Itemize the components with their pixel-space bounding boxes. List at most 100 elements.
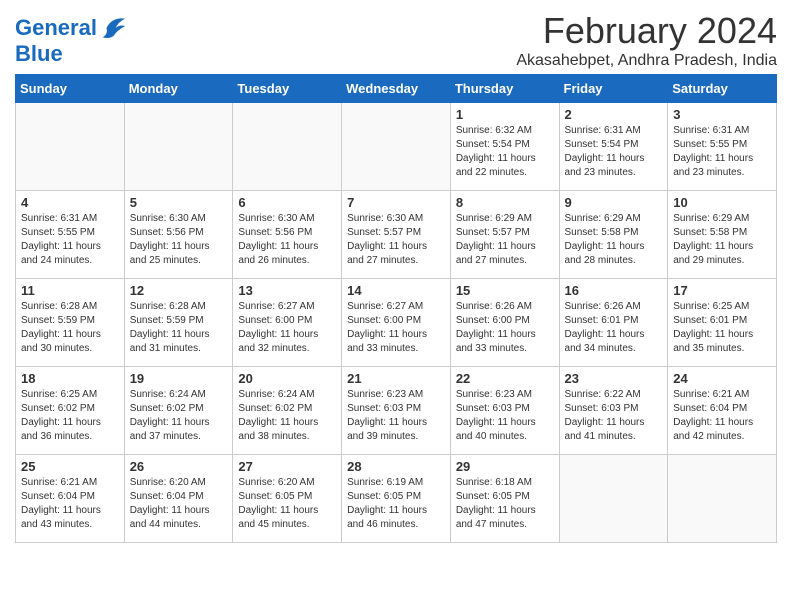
day-info: Sunrise: 6:30 AM Sunset: 5:56 PM Dayligh… [130,212,228,268]
day-info: Sunrise: 6:20 AM Sunset: 6:04 PM Dayligh… [130,476,228,532]
day-number: 22 [456,371,554,386]
day-number: 5 [130,195,228,210]
day-info: Sunrise: 6:30 AM Sunset: 5:57 PM Dayligh… [347,212,445,268]
day-info: Sunrise: 6:18 AM Sunset: 6:05 PM Dayligh… [456,476,554,532]
day-info: Sunrise: 6:26 AM Sunset: 6:01 PM Dayligh… [565,300,663,356]
calendar-cell: 15 Sunrise: 6:26 AM Sunset: 6:00 PM Dayli… [450,279,559,367]
day-number: 6 [238,195,336,210]
logo-text2: Blue [15,42,127,66]
day-info: Sunrise: 6:31 AM Sunset: 5:54 PM Dayligh… [565,124,663,180]
header: General Blue February 2024 Akasahebpet, … [15,10,777,70]
day-number: 20 [238,371,336,386]
day-info: Sunrise: 6:24 AM Sunset: 6:02 PM Dayligh… [130,388,228,444]
calendar-cell: 2 Sunrise: 6:31 AM Sunset: 5:54 PM Daylig… [559,103,668,191]
day-number: 29 [456,459,554,474]
day-number: 11 [21,283,119,298]
calendar-cell: 8Sunrise: 6:29 AM Sunset: 5:57 PM Daylig… [450,191,559,279]
calendar-cell: 7 Sunrise: 6:30 AM Sunset: 5:57 PM Daylig… [342,191,451,279]
day-number: 23 [565,371,663,386]
day-number: 9 [565,195,663,210]
day-number: 27 [238,459,336,474]
day-number: 4 [21,195,119,210]
calendar-cell: 1 Sunrise: 6:32 AM Sunset: 5:54 PM Daylig… [450,103,559,191]
day-number: 12 [130,283,228,298]
day-number: 1 [456,107,554,122]
calendar-cell: 25Sunrise: 6:21 AM Sunset: 6:04 PM Dayli… [16,455,125,543]
day-number: 16 [565,283,663,298]
calendar-cell: 12 Sunrise: 6:28 AM Sunset: 5:59 PM Dayli… [124,279,233,367]
weekday-header-friday: Friday [559,75,668,103]
weekday-header-tuesday: Tuesday [233,75,342,103]
weekday-header-sunday: Sunday [16,75,125,103]
day-info: Sunrise: 6:30 AM Sunset: 5:56 PM Dayligh… [238,212,336,268]
day-info: Sunrise: 6:24 AM Sunset: 6:02 PM Dayligh… [238,388,336,444]
day-info: Sunrise: 6:26 AM Sunset: 6:00 PM Dayligh… [456,300,554,356]
day-info: Sunrise: 6:28 AM Sunset: 5:59 PM Dayligh… [21,300,119,356]
calendar-cell: 22 Sunrise: 6:23 AM Sunset: 6:03 PM Dayli… [450,367,559,455]
calendar-cell [559,455,668,543]
day-info: Sunrise: 6:23 AM Sunset: 6:03 PM Dayligh… [347,388,445,444]
calendar-cell [342,103,451,191]
calendar-cell: 28Sunrise: 6:19 AM Sunset: 6:05 PM Dayli… [342,455,451,543]
calendar-cell: 29 Sunrise: 6:18 AM Sunset: 6:05 PM Dayli… [450,455,559,543]
day-info: Sunrise: 6:27 AM Sunset: 6:00 PM Dayligh… [347,300,445,356]
calendar-cell: 10 Sunrise: 6:29 AM Sunset: 5:58 PM Dayli… [668,191,777,279]
title-block: February 2024 Akasahebpet, Andhra Prades… [516,10,777,70]
calendar-cell: 20 Sunrise: 6:24 AM Sunset: 6:02 PM Dayli… [233,367,342,455]
calendar-cell: 24 Sunrise: 6:21 AM Sunset: 6:04 PM Dayli… [668,367,777,455]
logo-text: General [15,16,97,40]
calendar-cell: 18 Sunrise: 6:25 AM Sunset: 6:02 PM Dayli… [16,367,125,455]
day-info: Sunrise: 6:21 AM Sunset: 6:04 PM Dayligh… [21,476,119,532]
day-info: Sunrise: 6:22 AM Sunset: 6:03 PM Dayligh… [565,388,663,444]
day-info: Sunrise: 6:29 AM Sunset: 5:57 PM Dayligh… [456,212,554,268]
day-info: Sunrise: 6:29 AM Sunset: 5:58 PM Dayligh… [673,212,771,268]
day-number: 7 [347,195,445,210]
day-number: 26 [130,459,228,474]
day-number: 3 [673,107,771,122]
calendar-cell: 9 Sunrise: 6:29 AM Sunset: 5:58 PM Daylig… [559,191,668,279]
calendar-cell [16,103,125,191]
calendar-cell: 3 Sunrise: 6:31 AM Sunset: 5:55 PM Daylig… [668,103,777,191]
calendar-cell: 14Sunrise: 6:27 AM Sunset: 6:00 PM Dayli… [342,279,451,367]
calendar-cell: 4 Sunrise: 6:31 AM Sunset: 5:55 PM Daylig… [16,191,125,279]
day-info: Sunrise: 6:28 AM Sunset: 5:59 PM Dayligh… [130,300,228,356]
day-info: Sunrise: 6:29 AM Sunset: 5:58 PM Dayligh… [565,212,663,268]
day-info: Sunrise: 6:19 AM Sunset: 6:05 PM Dayligh… [347,476,445,532]
calendar-cell: 17 Sunrise: 6:25 AM Sunset: 6:01 PM Dayli… [668,279,777,367]
logo: General Blue [15,14,127,66]
calendar-cell: 5 Sunrise: 6:30 AM Sunset: 5:56 PM Daylig… [124,191,233,279]
day-info: Sunrise: 6:20 AM Sunset: 6:05 PM Dayligh… [238,476,336,532]
day-number: 18 [21,371,119,386]
day-number: 13 [238,283,336,298]
calendar-cell: 26 Sunrise: 6:20 AM Sunset: 6:04 PM Dayli… [124,455,233,543]
day-number: 2 [565,107,663,122]
calendar-cell [668,455,777,543]
day-number: 15 [456,283,554,298]
calendar-cell: 27 Sunrise: 6:20 AM Sunset: 6:05 PM Dayli… [233,455,342,543]
logo-bird-icon [99,14,127,42]
day-number: 19 [130,371,228,386]
calendar-cell [124,103,233,191]
calendar-cell: 6 Sunrise: 6:30 AM Sunset: 5:56 PM Daylig… [233,191,342,279]
day-info: Sunrise: 6:32 AM Sunset: 5:54 PM Dayligh… [456,124,554,180]
day-number: 17 [673,283,771,298]
weekday-header-saturday: Saturday [668,75,777,103]
calendar-cell: 23 Sunrise: 6:22 AM Sunset: 6:03 PM Dayli… [559,367,668,455]
calendar-cell: 13 Sunrise: 6:27 AM Sunset: 6:00 PM Dayli… [233,279,342,367]
day-info: Sunrise: 6:23 AM Sunset: 6:03 PM Dayligh… [456,388,554,444]
day-info: Sunrise: 6:25 AM Sunset: 6:02 PM Dayligh… [21,388,119,444]
weekday-header-thursday: Thursday [450,75,559,103]
day-number: 24 [673,371,771,386]
weekday-header-monday: Monday [124,75,233,103]
day-info: Sunrise: 6:31 AM Sunset: 5:55 PM Dayligh… [21,212,119,268]
weekday-header-wednesday: Wednesday [342,75,451,103]
calendar-cell: 16 Sunrise: 6:26 AM Sunset: 6:01 PM Dayli… [559,279,668,367]
day-info: Sunrise: 6:31 AM Sunset: 5:55 PM Dayligh… [673,124,771,180]
day-number: 21 [347,371,445,386]
calendar-table: SundayMondayTuesdayWednesdayThursdayFrid… [15,74,777,543]
day-info: Sunrise: 6:21 AM Sunset: 6:04 PM Dayligh… [673,388,771,444]
day-number: 10 [673,195,771,210]
calendar-cell: 11 Sunrise: 6:28 AM Sunset: 5:59 PM Dayli… [16,279,125,367]
day-info: Sunrise: 6:25 AM Sunset: 6:01 PM Dayligh… [673,300,771,356]
day-info: Sunrise: 6:27 AM Sunset: 6:00 PM Dayligh… [238,300,336,356]
